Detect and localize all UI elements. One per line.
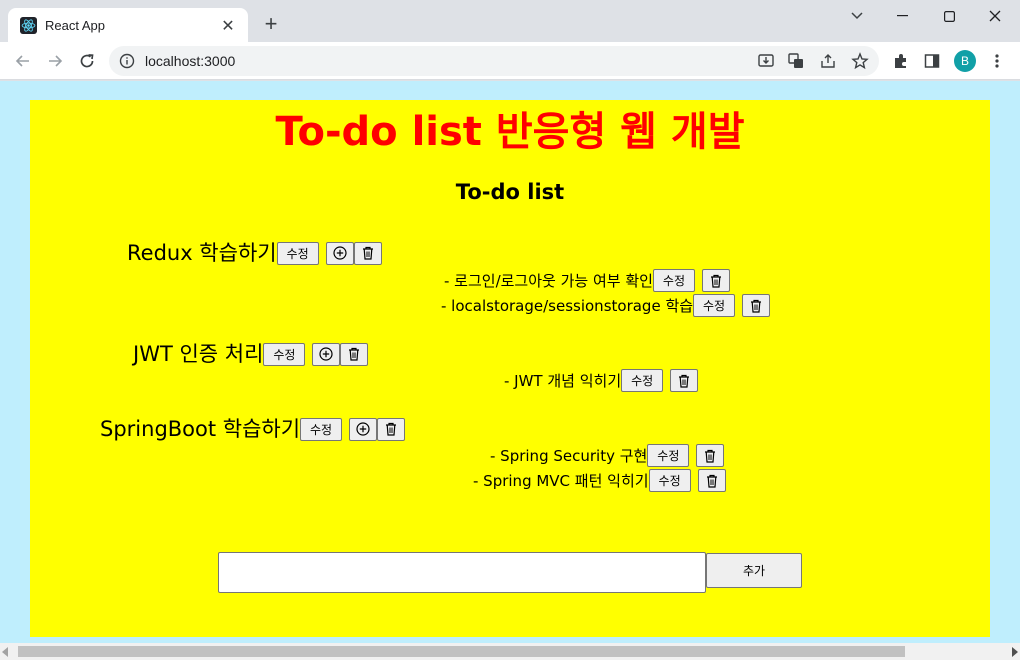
install-app-icon[interactable]: [756, 51, 776, 71]
subtask-text: - localstorage/sessionstorage 학습: [441, 296, 694, 315]
subtask-text: - Spring Security 구현: [490, 446, 648, 465]
subtask-item: - Spring MVC 패턴 익히기 수정: [473, 469, 726, 492]
add-subtask-button[interactable]: [349, 417, 378, 441]
subtask-text: - 로그인/로그아웃 가능 여부 확인: [444, 271, 653, 290]
plus-circle-icon: [332, 246, 347, 260]
reload-button[interactable]: [73, 47, 101, 75]
edit-button[interactable]: 수정: [693, 294, 736, 317]
side-panel-icon[interactable]: [922, 51, 942, 71]
delete-button[interactable]: [701, 269, 730, 292]
horizontal-scrollbar[interactable]: [0, 643, 1020, 660]
todo-item: Redux 학습하기 수정: [127, 240, 382, 266]
trash-icon: [679, 374, 690, 388]
subtask-text: - JWT 개념 익히기: [504, 371, 622, 390]
add-todo-button[interactable]: 추가: [706, 553, 802, 588]
maximize-button[interactable]: [926, 0, 972, 32]
forward-button[interactable]: [41, 47, 69, 75]
trash-icon: [706, 474, 717, 488]
trash-icon: [751, 299, 762, 313]
delete-button[interactable]: [340, 342, 369, 366]
edit-button[interactable]: 수정: [621, 369, 664, 392]
subtask-item: - Spring Security 구현 수정: [490, 444, 725, 467]
extensions-icon[interactable]: [891, 51, 911, 71]
edit-button[interactable]: 수정: [276, 241, 319, 265]
todo-item: JWT 인증 처리 수정: [133, 341, 369, 367]
browser-titlebar: React App ✕ +: [0, 0, 1020, 42]
delete-button[interactable]: [696, 444, 725, 467]
scroll-left-arrow-icon[interactable]: [2, 647, 8, 657]
edit-button[interactable]: 수정: [263, 342, 306, 366]
delete-button[interactable]: [742, 294, 771, 317]
trash-icon: [710, 274, 721, 288]
scrollbar-thumb[interactable]: [18, 646, 905, 657]
profile-avatar[interactable]: B: [954, 50, 976, 72]
panel-icon: [924, 54, 940, 68]
edit-button[interactable]: 수정: [300, 417, 343, 441]
arrow-left-icon: [15, 55, 29, 67]
subtask-text: - Spring MVC 패턴 익히기: [473, 471, 649, 490]
puzzle-icon: [895, 54, 906, 68]
trash-icon: [386, 422, 397, 436]
delete-button[interactable]: [353, 241, 382, 265]
add-subtask-button[interactable]: [325, 241, 354, 265]
edit-button[interactable]: 수정: [647, 444, 690, 467]
page-title: To-do list 반응형 웹 개발: [275, 109, 745, 155]
trash-icon: [705, 449, 716, 463]
browser-menu-icon[interactable]: [987, 51, 1007, 71]
react-logo-icon: [20, 16, 37, 34]
page-viewport: To-do list 반응형 웹 개발 To-do list Redux 학습하…: [0, 81, 1020, 643]
chevron-down-icon: [851, 12, 863, 20]
arrow-right-icon: [49, 55, 63, 67]
subtask-item: - JWT 개념 익히기 수정: [504, 369, 699, 392]
plus-circle-icon: [319, 347, 334, 361]
maximize-icon: [943, 10, 955, 22]
trash-icon: [349, 347, 360, 361]
close-window-button[interactable]: [972, 0, 1018, 32]
trash-icon: [362, 246, 373, 260]
edit-button[interactable]: 수정: [652, 269, 695, 292]
subtask-item: - localstorage/sessionstorage 학습 수정: [441, 294, 771, 317]
plus-circle-icon: [356, 422, 370, 436]
share-glyph-icon: [821, 54, 835, 68]
delete-button[interactable]: [377, 417, 406, 441]
subtask-item: - 로그인/로그아웃 가능 여부 확인 수정: [444, 269, 730, 292]
delete-button[interactable]: [670, 369, 699, 392]
star-icon: [851, 52, 869, 70]
back-button[interactable]: [9, 47, 37, 75]
translate-glyph-icon: [788, 53, 803, 68]
tab-close-icon[interactable]: ✕: [218, 16, 238, 35]
list-title: To-do list: [455, 180, 565, 204]
todo-text: Redux 학습하기: [127, 241, 277, 265]
new-tab-button[interactable]: +: [258, 12, 284, 38]
todo-app: To-do list 반응형 웹 개발 To-do list Redux 학습하…: [30, 100, 990, 637]
minimize-icon: [897, 15, 908, 17]
share-icon[interactable]: [818, 51, 838, 71]
kebab-menu-icon: [995, 54, 999, 68]
url-text: localhost:3000: [145, 53, 236, 69]
todo-item: SpringBoot 학습하기 수정: [100, 416, 406, 442]
add-subtask-button[interactable]: [312, 342, 341, 366]
translate-icon[interactable]: [786, 51, 806, 71]
new-todo-input[interactable]: [218, 552, 706, 593]
scroll-right-arrow-icon[interactable]: [1012, 647, 1018, 657]
edit-button[interactable]: 수정: [648, 469, 691, 492]
tab-search-button[interactable]: [834, 0, 880, 32]
todo-text: JWT 인증 처리: [133, 342, 264, 366]
browser-toolbar: localhost:3000 B: [0, 42, 1020, 80]
info-icon[interactable]: [119, 53, 135, 69]
todo-text: SpringBoot 학습하기: [100, 417, 301, 441]
reload-icon: [80, 54, 94, 68]
install-icon: [758, 54, 774, 67]
delete-button[interactable]: [697, 469, 726, 492]
tab-title: React App: [45, 17, 105, 33]
close-icon: [989, 10, 1001, 22]
bookmark-star-icon[interactable]: [850, 51, 870, 71]
browser-tab[interactable]: React App ✕: [8, 8, 248, 42]
minimize-button[interactable]: [880, 0, 926, 32]
